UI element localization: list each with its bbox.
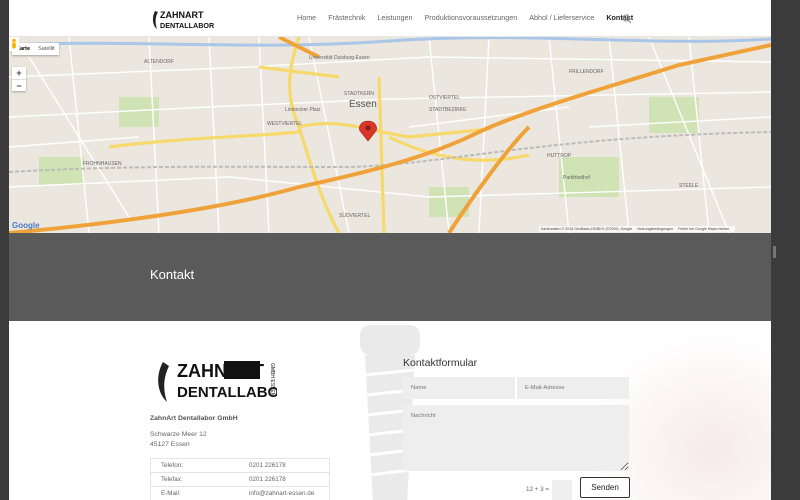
table-row: Telefon: 0201 226178 bbox=[151, 459, 329, 473]
zoom-control: + − bbox=[12, 67, 26, 91]
map-label-stadtbezirk: STADTBEZIRKE bbox=[429, 107, 467, 113]
captcha-input[interactable] bbox=[552, 480, 572, 500]
search-icon[interactable] bbox=[622, 14, 632, 24]
company-logo: ZAHNART DENTALLABOR GMBH ESSEN bbox=[158, 361, 277, 402]
email-field[interactable] bbox=[517, 377, 629, 399]
map-park bbox=[649, 97, 699, 133]
form-title: Kontaktformular bbox=[403, 357, 478, 369]
contact-value: 0201 226178 bbox=[249, 476, 286, 483]
send-button[interactable]: Senden bbox=[580, 477, 630, 498]
big-logo-bottom: DENTALLABOR bbox=[177, 384, 277, 401]
nav-produktionsvoraussetzungen[interactable]: Produktionsvoraussetzungen bbox=[425, 13, 518, 22]
pegman-icon[interactable] bbox=[9, 37, 19, 51]
google-map[interactable]: Essen STADTKERN WESTVIERTEL OSTVIERTEL F… bbox=[9, 37, 771, 233]
map-attribution-data: Kartendaten © 2016 GeoBasis-DE/BKG (©200… bbox=[541, 227, 633, 231]
contact-table: Telefon: 0201 226178 Telefax: 0201 22617… bbox=[150, 458, 330, 500]
map-label-stadtkern: STADTKERN bbox=[344, 91, 374, 97]
title-band: Kontakt bbox=[9, 233, 771, 321]
map-label-frohnhausen: FROHNHAUSEN bbox=[83, 161, 122, 167]
map-report-link[interactable]: Fehler bei Google Maps melden bbox=[678, 227, 729, 231]
message-field[interactable] bbox=[403, 405, 629, 471]
map-label-essen: Essen bbox=[349, 99, 377, 110]
map-label-limbecker: Limbecker Platz bbox=[285, 107, 321, 113]
company-city: 45127 Essen bbox=[150, 441, 190, 448]
contact-value[interactable]: info@zahnart-essen.de bbox=[241, 487, 314, 500]
map-label-suedviertel: SÜDVIERTEL bbox=[339, 212, 371, 219]
company-address: ZahnArt Dentallabor GmbH Schwarze Meer 1… bbox=[150, 414, 238, 450]
name-field[interactable] bbox=[403, 377, 515, 399]
logo[interactable]: ZAHNART DENTALLABOR bbox=[151, 7, 215, 31]
map-canvas[interactable]: Essen STADTKERN WESTVIERTEL OSTVIERTEL F… bbox=[9, 37, 771, 233]
page: ZAHNART DENTALLABOR Home Frästechnik Lei… bbox=[9, 0, 771, 500]
scrollbar-handle[interactable] bbox=[773, 246, 776, 258]
zoom-in-button[interactable]: + bbox=[12, 67, 26, 79]
captcha-question: 12 + 3 = bbox=[526, 486, 550, 493]
map-label-altendorf: ALTENDORF bbox=[144, 59, 174, 65]
contact-key: Telefax: bbox=[161, 476, 183, 483]
site-header: ZAHNART DENTALLABOR Home Frästechnik Lei… bbox=[9, 0, 771, 37]
map-terms-link[interactable]: Nutzungsbedingungen bbox=[637, 227, 673, 231]
map-attribution: Kartendaten © 2016 GeoBasis-DE/BKG (©200… bbox=[539, 226, 736, 232]
main-nav: Home Frästechnik Leistungen Produktionsv… bbox=[297, 13, 645, 22]
contact-section: ZAHNART DENTALLABOR GMBH ESSEN ZahnArt D… bbox=[9, 321, 771, 500]
map-label-ostviertel: OSTVIERTEL bbox=[429, 95, 460, 101]
contact-value: 0201 226178 bbox=[249, 462, 286, 469]
zoom-out-button[interactable]: − bbox=[12, 79, 26, 91]
nav-fraestechnik[interactable]: Frästechnik bbox=[328, 13, 365, 22]
company-name: ZahnArt Dentallabor GmbH bbox=[150, 415, 238, 422]
contact-key: Telefon: bbox=[161, 462, 184, 469]
logo-text-top: ZAHNART bbox=[160, 10, 204, 20]
big-logo-side: GMBH ESSEN bbox=[269, 363, 275, 397]
nav-leistungen[interactable]: Leistungen bbox=[377, 13, 412, 22]
map-label-parkfriedhof: Parkfriedhof bbox=[563, 175, 591, 181]
page-title: Kontakt bbox=[150, 267, 195, 282]
contact-key: E-Mail: bbox=[161, 490, 181, 497]
company-street: Schwarze Meer 12 bbox=[150, 431, 207, 438]
map-label-uni: Universität Duisburg-Essen bbox=[309, 55, 370, 61]
map-type-satellit[interactable]: Satellit bbox=[34, 43, 59, 55]
logo-text-bottom: DENTALLABOR bbox=[160, 21, 215, 30]
table-row: E-Mail: info@zahnart-essen.de bbox=[151, 487, 329, 500]
map-label-westviertel: WESTVIERTEL bbox=[267, 121, 302, 127]
google-logo[interactable]: Google bbox=[12, 221, 40, 230]
table-row: Telefax: 0201 226178 bbox=[151, 473, 329, 487]
map-label-frillendorf: FRILLENDORF bbox=[569, 69, 604, 75]
map-label-huttrop: HUTTROP bbox=[547, 153, 572, 159]
map-label-steele: STEELE bbox=[679, 183, 699, 189]
nav-abhol-lieferservice[interactable]: Abhol / Lieferservice bbox=[529, 13, 594, 22]
nav-home[interactable]: Home bbox=[297, 13, 316, 22]
